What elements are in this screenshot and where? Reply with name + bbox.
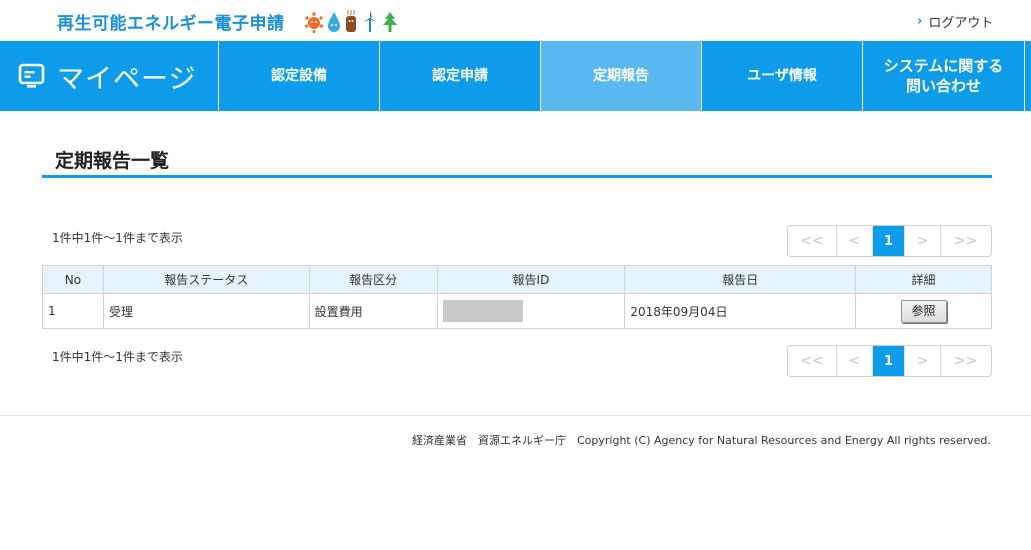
pagination-prev-button[interactable]: < xyxy=(837,226,873,256)
column-header-category: 報告区分 xyxy=(308,265,438,294)
pagination-next-button[interactable]: > xyxy=(905,346,941,376)
pagination-first-button[interactable]: << xyxy=(788,226,837,256)
cell-status: 受理 xyxy=(102,293,310,329)
pagination-next-button[interactable]: > xyxy=(905,226,941,256)
pagination-page-1[interactable]: 1 xyxy=(873,226,905,256)
site-title[interactable]: 再生可能エネルギー電子申請 xyxy=(57,9,285,34)
cell-report-id xyxy=(436,293,626,329)
column-header-date: 報告日 xyxy=(624,265,857,294)
result-count-bottom: 1件中1件～1件まで表示 xyxy=(52,350,183,364)
monitor-icon xyxy=(18,63,45,88)
cell-detail: 参照 xyxy=(855,293,992,329)
logout-link[interactable]: › ログアウト xyxy=(917,12,993,31)
title-underline xyxy=(42,175,992,178)
result-count-top: 1件中1件～1件まで表示 xyxy=(52,231,183,245)
nav-item-periodic-report[interactable]: 定期報告 xyxy=(541,41,702,111)
pagination-bottom: << < 1 > >> xyxy=(787,345,992,377)
column-header-report-id: 報告ID xyxy=(436,265,626,294)
pagination-first-button[interactable]: << xyxy=(788,346,837,376)
nav-item-system-inquiry[interactable]: システムに関する 問い合わせ xyxy=(863,41,1025,111)
main-nav: マイページ 認定設備 認定申請 定期報告 ユーザ情報 システムに関する 問い合わ… xyxy=(0,41,1031,111)
pagination-page-1[interactable]: 1 xyxy=(873,346,905,376)
pagination-prev-button[interactable]: < xyxy=(837,346,873,376)
column-header-status: 報告ステータス xyxy=(102,265,310,294)
table-row: 1 受理 設置費用 2018年09月04日 参照 xyxy=(42,293,992,329)
footer-divider xyxy=(0,415,1031,416)
geothermal-mascot-icon xyxy=(346,9,356,32)
mascot-logo xyxy=(304,7,398,33)
cell-category: 設置費用 xyxy=(308,293,438,329)
cell-no: 1 xyxy=(42,293,104,329)
nav-item-certification-application[interactable]: 認定申請 xyxy=(380,41,541,111)
nav-item-user-info[interactable]: ユーザ情報 xyxy=(702,41,863,111)
chevron-right-icon: › xyxy=(917,14,923,29)
footer-copyright: 経済産業省 資源エネルギー庁 Copyright (C) Agency for … xyxy=(412,434,991,447)
table-header-row: No 報告ステータス 報告区分 報告ID 報告日 詳細 xyxy=(42,265,992,294)
pagination-last-button[interactable]: >> xyxy=(941,226,990,256)
column-header-detail: 詳細 xyxy=(855,265,992,294)
nav-item-certified-facility[interactable]: 認定設備 xyxy=(219,41,380,111)
redacted-report-id xyxy=(442,300,523,322)
view-detail-button[interactable]: 参照 xyxy=(900,299,947,323)
tree-mascot-icon xyxy=(383,12,397,32)
nav-mypage[interactable]: マイページ xyxy=(0,41,219,111)
page-title: 定期報告一覧 xyxy=(55,150,170,172)
cell-date: 2018年09月04日 xyxy=(624,293,857,329)
top-bar: 再生可能エネルギー電子申請 › ログアウト xyxy=(0,0,1031,41)
sun-mascot-icon xyxy=(304,12,324,33)
wind-mascot-icon xyxy=(363,10,377,32)
logout-label: ログアウト xyxy=(928,16,994,31)
report-table: No 報告ステータス 報告区分 報告ID 報告日 詳細 1 受理 設置費用 20… xyxy=(42,265,992,329)
column-header-no: No xyxy=(42,265,104,294)
pagination-top: << < 1 > >> xyxy=(787,225,992,257)
mypage-label: マイページ xyxy=(57,63,197,95)
pagination-last-button[interactable]: >> xyxy=(941,346,990,376)
water-drop-mascot-icon xyxy=(328,12,340,32)
